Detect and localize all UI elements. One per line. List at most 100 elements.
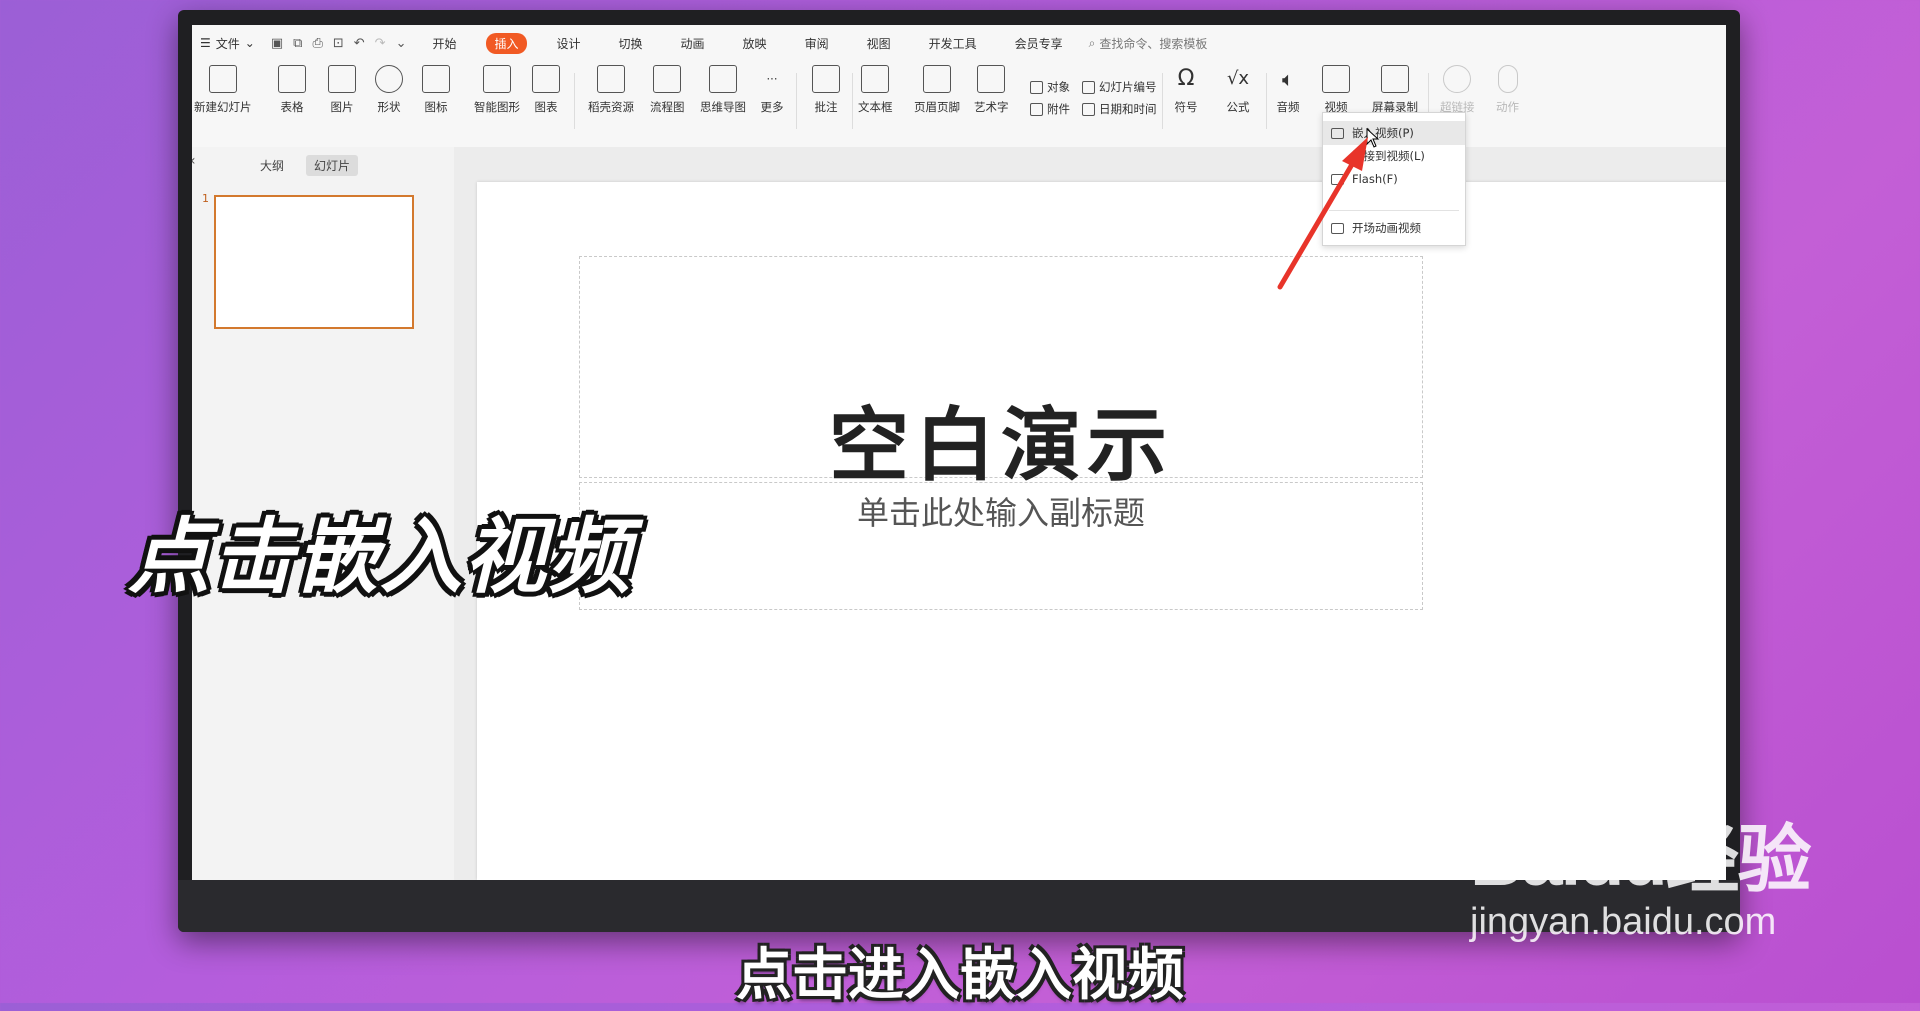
slide-thumbnail[interactable] <box>214 195 414 329</box>
tab-insert[interactable]: 插入 <box>486 32 527 54</box>
shape-button[interactable]: 形状 <box>375 65 403 115</box>
screen-record-button[interactable]: 屏幕录制 <box>1372 65 1418 115</box>
baidu-watermark: Baidu经验 jingyan.baidu.com <box>1470 800 1812 944</box>
tutorial-headline: 点击嵌入视频 <box>128 510 632 605</box>
header-footer-label: 页眉页脚 <box>914 100 960 114</box>
object-label: 对象 <box>1047 80 1070 94</box>
smartart-button[interactable]: 智能图形 <box>474 65 520 115</box>
file-menu-label: 文件 <box>215 36 240 51</box>
tab-member[interactable]: 会员专享 <box>1007 33 1071 54</box>
preview-icon[interactable]: ⊡ <box>333 36 344 51</box>
search-placeholder: 查找命令、搜索模板 <box>1099 36 1208 51</box>
save-icon[interactable]: ▣ <box>271 36 283 51</box>
audio-label: 音频 <box>1276 100 1300 114</box>
hash-icon <box>1082 80 1095 94</box>
textbox-icon <box>861 65 890 93</box>
menu-bar: ☰ 文件 ⌄ ▣ ⧉ ⎙ ⊡ ↶ ↷ ⌄ 开始 插入 设计 切换 动画 放映 审… <box>192 25 1726 61</box>
comment-label: 批注 <box>814 100 838 114</box>
equation-button[interactable]: √x 公式 <box>1224 65 1252 115</box>
ribbon-divider <box>1266 73 1267 129</box>
pane-tabs: 大纲 幻灯片 <box>252 155 359 176</box>
collapse-pane-icon[interactable]: ‹ <box>192 153 196 169</box>
more-icon: ··· <box>766 72 778 86</box>
quick-access-toolbar: ▣ ⧉ ⎙ ⊡ ↶ ↷ ⌄ <box>263 36 415 51</box>
docer-resources-button[interactable]: 稻壳资源 <box>588 65 634 115</box>
icon-button[interactable]: 图标 <box>422 65 450 115</box>
hamburger-icon: ☰ <box>200 36 211 50</box>
hyperlink-button[interactable]: 超链接 <box>1440 65 1475 115</box>
mouse-icon <box>1497 65 1518 93</box>
video-caption: 点击进入嵌入视频 <box>736 943 1184 1008</box>
resources-icon <box>597 65 625 93</box>
resources-label: 稻壳资源 <box>588 100 634 114</box>
slide-subtitle: 单击此处输入副标题 <box>856 494 1145 532</box>
comment-button[interactable]: 批注 <box>812 65 840 115</box>
video-button[interactable]: 视频 <box>1316 63 1362 117</box>
search-icon: ⌕ <box>1088 35 1096 50</box>
more-button[interactable]: ··· 更多 <box>758 65 786 115</box>
slide-canvas[interactable]: 空白演示 单击此处输入副标题 <box>477 182 1726 880</box>
tab-review[interactable]: 审阅 <box>797 33 837 54</box>
ribbon-divider <box>574 73 575 129</box>
tab-home[interactable]: 开始 <box>424 33 464 54</box>
new-slide-button[interactable]: 新建幻灯片 <box>194 65 252 115</box>
date-time-button[interactable]: 日期和时间 <box>1082 101 1157 117</box>
tab-slideshow[interactable]: 放映 <box>735 33 775 54</box>
chart-button[interactable]: 图表 <box>532 65 560 115</box>
slide-number-label: 幻灯片编号 <box>1099 80 1157 94</box>
action-button[interactable]: 动作 <box>1496 65 1519 115</box>
symbol-label: 符号 <box>1174 100 1198 114</box>
textbox-label: 文本框 <box>858 100 893 114</box>
app-window: ☰ 文件 ⌄ ▣ ⧉ ⎙ ⊡ ↶ ↷ ⌄ 开始 插入 设计 切换 动画 放映 审… <box>192 25 1726 880</box>
shape-label: 形状 <box>377 100 401 114</box>
flowchart-label: 流程图 <box>650 100 685 114</box>
tab-animation[interactable]: 动画 <box>673 33 713 54</box>
slide-title: 空白演示 <box>829 399 1173 492</box>
link-icon <box>1443 65 1472 93</box>
table-label: 表格 <box>280 100 304 114</box>
watermark-logo: Baidu经验 <box>1470 818 1812 901</box>
subtitle-placeholder[interactable]: 单击此处输入副标题 <box>579 482 1423 610</box>
chart-label: 图表 <box>534 100 558 114</box>
undo-icon[interactable]: ↶ <box>354 36 365 51</box>
tab-transition[interactable]: 切换 <box>611 33 651 54</box>
symbol-button[interactable]: Ω 符号 <box>1172 65 1200 115</box>
command-search[interactable]: ⌕ 查找命令、搜索模板 <box>1089 35 1208 52</box>
omega-icon: Ω <box>1177 66 1195 91</box>
tab-outline[interactable]: 大纲 <box>252 155 292 176</box>
picture-button[interactable]: 图片 <box>328 65 356 115</box>
tab-developer[interactable]: 开发工具 <box>921 33 985 54</box>
flowchart-button[interactable]: 流程图 <box>650 65 685 115</box>
equation-label: 公式 <box>1226 100 1250 114</box>
export-icon[interactable]: ⧉ <box>293 36 302 51</box>
mindmap-button[interactable]: 思维导图 <box>700 65 746 115</box>
ribbon-divider <box>852 73 853 129</box>
shape-icon <box>375 65 403 93</box>
speaker-icon: 🔈︎ <box>1282 67 1294 91</box>
tab-design[interactable]: 设计 <box>549 33 589 54</box>
print-icon[interactable]: ⎙ <box>312 36 322 51</box>
audio-button[interactable]: 🔈︎ 音频 <box>1274 65 1302 115</box>
textbox-button[interactable]: 文本框 <box>858 65 893 115</box>
header-footer-icon <box>923 65 951 93</box>
date-time-label: 日期和时间 <box>1099 102 1157 116</box>
icon-label: 图标 <box>424 100 448 114</box>
table-icon <box>278 65 306 93</box>
ribbon-divider <box>796 73 797 129</box>
file-menu[interactable]: ☰ 文件 ⌄ <box>192 35 263 52</box>
tab-slides[interactable]: 幻灯片 <box>306 155 359 176</box>
redo-icon[interactable]: ↷ <box>375 36 386 51</box>
picture-label: 图片 <box>330 100 354 114</box>
formula-icon: √x <box>1226 68 1250 89</box>
attachment-button[interactable]: 附件 <box>1030 101 1070 117</box>
chart-icon <box>532 65 560 93</box>
slide-number-button[interactable]: 幻灯片编号 <box>1082 79 1157 95</box>
attachment-label: 附件 <box>1047 102 1070 116</box>
customize-icon[interactable]: ⌄ <box>396 36 407 51</box>
table-button[interactable]: 表格 <box>278 65 306 115</box>
tab-view[interactable]: 视图 <box>859 33 899 54</box>
wordart-button[interactable]: 艺术字 <box>974 65 1009 115</box>
object-button[interactable]: 对象 <box>1030 79 1070 95</box>
ribbon: 新建幻灯片 表格 图片 形状 图标 智能图形 图表 稻壳资源 流程图 思维导图 … <box>192 61 1726 148</box>
header-footer-button[interactable]: 页眉页脚 <box>914 65 960 115</box>
